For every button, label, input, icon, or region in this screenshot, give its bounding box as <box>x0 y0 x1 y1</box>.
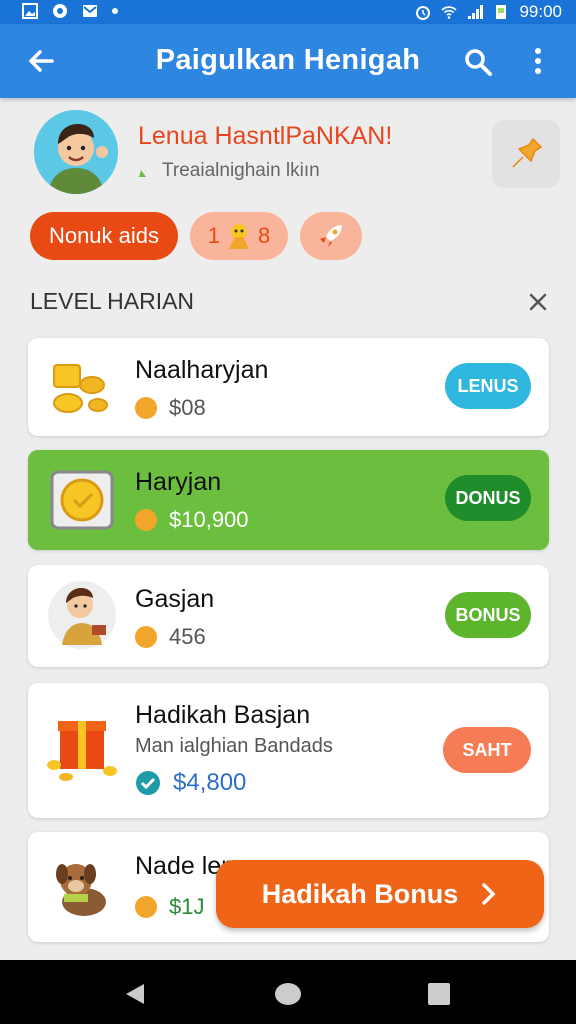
coin-icon <box>135 896 157 918</box>
level-amount: 456 <box>169 624 206 649</box>
battery-icon <box>496 5 507 19</box>
level-badge[interactable]: DONUS <box>445 475 531 521</box>
rocket-icon <box>320 225 342 247</box>
profile-subtitle-text: Treaialnighain lkiın <box>162 160 320 181</box>
profile-name: Lenua HasntlPaNKAN! <box>138 122 393 150</box>
coin-icon <box>135 509 157 531</box>
level-badge[interactable]: SAHT <box>443 727 531 773</box>
level-amount: $10,900 <box>169 507 249 532</box>
nav-bar <box>0 960 576 1024</box>
gift-box-icon <box>47 721 117 781</box>
level-name: Haryjan <box>135 468 222 496</box>
level-name: Naalharyjan <box>135 356 269 384</box>
level-card-3[interactable]: Gasjan 456 BONUS <box>28 565 549 667</box>
level-badge[interactable]: BONUS <box>445 592 531 638</box>
signal-icon <box>468 5 484 19</box>
level-amount: $4,800 <box>173 769 247 796</box>
level-name: Hadikah Basjan <box>135 701 311 729</box>
nav-back-icon[interactable] <box>122 982 146 1006</box>
search-icon[interactable] <box>462 46 494 78</box>
level-amount: $08 <box>169 395 206 420</box>
level-amount-row: $1J <box>135 894 204 920</box>
alarm-icon <box>416 6 431 20</box>
circle-app-icon <box>53 4 67 18</box>
level-amount-row: $08 <box>135 395 206 421</box>
gallery-icon <box>22 3 38 19</box>
profile-subtitle: Treaialnighain lkiın <box>138 160 320 182</box>
level-amount-row: $4,800 <box>135 769 246 797</box>
coin-icon <box>135 626 157 648</box>
check-badge-icon <box>136 771 160 795</box>
close-icon[interactable] <box>526 290 550 314</box>
kid-character-icon <box>48 581 116 649</box>
level-chip-right: 8 <box>258 223 271 248</box>
chevron-right-icon <box>482 883 496 905</box>
section-title: LEVEL HARIAN <box>30 288 195 314</box>
status-bar: 99:00 <box>0 0 576 24</box>
nav-recents-icon[interactable] <box>428 983 450 1005</box>
gold-medal-icon <box>50 470 114 530</box>
clock: 99:00 <box>519 2 562 21</box>
level-card-1[interactable]: Naalharyjan $08 LENUS <box>28 338 549 436</box>
level-chip[interactable]: 1 8 <box>190 212 288 260</box>
mail-icon <box>83 5 97 17</box>
leaf-icon <box>139 165 151 177</box>
level-badge[interactable]: LENUS <box>445 363 531 409</box>
boost-chip[interactable] <box>300 212 362 260</box>
nav-home-icon[interactable] <box>274 982 302 1006</box>
level-subtitle: Man ialghian Bandads <box>135 735 333 757</box>
more-vert-icon[interactable] <box>526 44 550 78</box>
pin-button[interactable] <box>492 120 560 188</box>
level-card-4[interactable]: Hadikah Basjan Man ialghian Bandads $4,8… <box>28 683 549 818</box>
pin-icon <box>512 137 543 168</box>
app-bar: Paigulkan Henigah <box>0 24 576 98</box>
gold-coins-icon <box>53 364 108 413</box>
level-card-2[interactable]: Haryjan $10,900 DONUS <box>28 450 549 550</box>
puppy-icon <box>56 864 106 916</box>
primary-chip[interactable]: Nonuk aids <box>30 212 178 260</box>
avatar[interactable] <box>34 110 118 194</box>
dot-icon <box>112 8 118 14</box>
star-character-icon <box>229 224 249 249</box>
level-amount-row: 456 <box>135 624 206 650</box>
level-name: Gasjan <box>135 585 215 613</box>
wifi-icon <box>441 6 458 19</box>
level-amount-row: $10,900 <box>135 507 249 533</box>
level-chip-left: 1 <box>207 223 220 248</box>
cta-label: Hadikah Bonus <box>261 878 459 909</box>
boy-avatar-icon <box>34 110 118 194</box>
profile-header: Lenua HasntlPaNKAN! Treaialnighain lkiın… <box>0 100 576 285</box>
coin-icon <box>135 397 157 419</box>
hadikah-bonus-button[interactable]: Hadikah Bonus <box>216 860 544 928</box>
level-amount: $1J <box>169 894 205 919</box>
